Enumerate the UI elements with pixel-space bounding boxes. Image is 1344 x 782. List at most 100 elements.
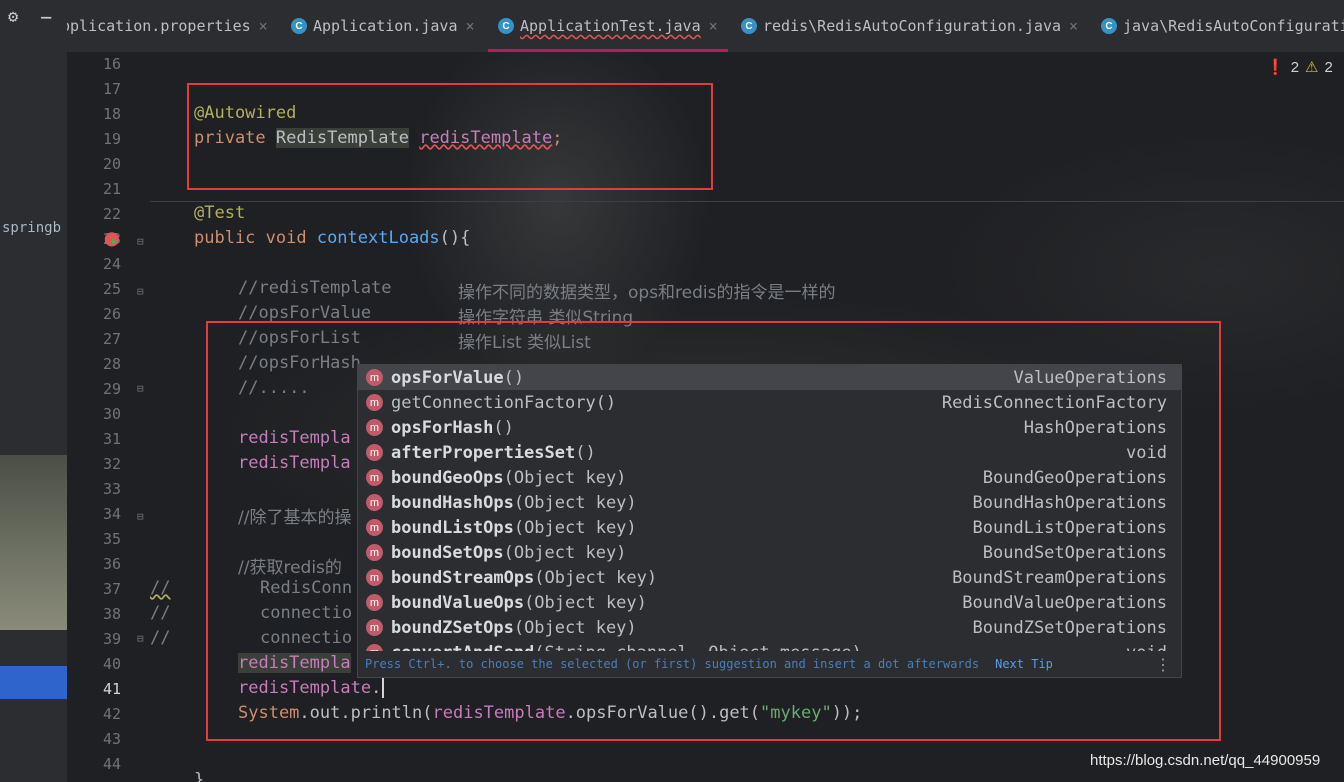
tab-application-java[interactable]: C Application.java × bbox=[291, 0, 475, 52]
line-number: 25 bbox=[102, 280, 121, 298]
line-number: 33 bbox=[102, 480, 121, 498]
tab-applicationtest-java[interactable]: C ApplicationTest.java × bbox=[488, 0, 728, 52]
completion-item[interactable]: m boundZSetOps(Object key) BoundZSetOperat… bbox=[358, 615, 1181, 640]
completion-hint: Press Ctrl+. to choose the selected (or … bbox=[365, 657, 980, 671]
line-number: 21 bbox=[102, 180, 121, 198]
completion-params: () bbox=[503, 367, 525, 388]
completion-item[interactable]: m boundGeoOps(Object key) BoundGeoOperatio… bbox=[358, 465, 1181, 490]
method-icon: m bbox=[366, 519, 383, 536]
method-icon: m bbox=[366, 444, 383, 461]
project-image-preview bbox=[0, 455, 67, 630]
line-number: 17 bbox=[102, 80, 121, 98]
line-number: 22 bbox=[102, 205, 121, 223]
java-class-icon: C bbox=[1101, 18, 1117, 34]
method-icon: m bbox=[366, 619, 383, 636]
completion-item[interactable]: m boundListOps(Object key) BoundListOperat… bbox=[358, 515, 1181, 540]
method-icon: m bbox=[366, 469, 383, 486]
completion-name: opsForValue bbox=[391, 367, 504, 388]
minimize-icon[interactable]: − bbox=[40, 5, 52, 29]
selected-tree-item[interactable] bbox=[0, 666, 67, 699]
completion-name: opsForHash bbox=[391, 417, 494, 438]
fold-icon[interactable]: ⊟ bbox=[137, 382, 144, 395]
project-panel: ⚙ − springb bbox=[0, 0, 67, 782]
completion-name: boundHashOps bbox=[391, 492, 514, 513]
completion-item[interactable]: m opsForHash() HashOperations bbox=[358, 415, 1181, 440]
completion-item[interactable]: m boundSetOps(Object key) BoundSetOperatio… bbox=[358, 540, 1181, 565]
line-number: 27 bbox=[102, 330, 121, 348]
tab-label: java\RedisAutoConfigurati bbox=[1123, 17, 1344, 35]
completion-name: boundSetOps bbox=[391, 542, 504, 563]
method-icon: m bbox=[366, 419, 383, 436]
tab-label: pplication.properties bbox=[67, 17, 251, 35]
comment-line: //opsForValue 操作字符串 类似String bbox=[238, 303, 633, 328]
comment-line: //redisTemplate 操作不同的数据类型，ops和redis的指令是一样… bbox=[238, 278, 836, 303]
tab-redis-autoconfiguration[interactable]: C redis\RedisAutoConfiguration.java × bbox=[741, 0, 1078, 52]
comment-marker: // bbox=[150, 628, 171, 648]
completion-return-type: BoundListOperations bbox=[972, 517, 1167, 538]
line-number: 28 bbox=[102, 355, 121, 373]
line-number: 40 bbox=[102, 655, 121, 673]
completion-item[interactable]: m boundStreamOps(Object key) BoundStreamOp… bbox=[358, 565, 1181, 590]
line-number: 34 bbox=[102, 505, 121, 523]
problems-indicator[interactable]: ❗ 2 ⚠ 2 bbox=[1266, 58, 1333, 77]
method-icon: m bbox=[366, 544, 383, 561]
warning-count: 2 bbox=[1324, 58, 1333, 76]
completion-item[interactable]: m boundValueOps(Object key) BoundValueOper… bbox=[358, 590, 1181, 615]
method-icon: m bbox=[366, 369, 383, 386]
comment-marker: // bbox=[150, 578, 171, 598]
more-options-icon[interactable]: ⋮ bbox=[1155, 655, 1171, 674]
line-number: 42 bbox=[102, 705, 121, 723]
watermark: https://blog.csdn.net/qq_44900959 bbox=[1090, 752, 1321, 769]
line-gutter: 16 17 18 19 20 21 22 23 24 25 26 27 28 2… bbox=[67, 52, 147, 782]
completion-return-type: void bbox=[1126, 442, 1167, 463]
fold-icon[interactable]: ⊟ bbox=[137, 235, 144, 248]
completion-return-type: BoundZSetOperations bbox=[972, 617, 1167, 638]
java-class-icon: C bbox=[741, 18, 757, 34]
line-number-current: 41 bbox=[102, 680, 121, 698]
fold-icon[interactable]: ⊟ bbox=[137, 632, 144, 645]
completion-item[interactable]: m opsForValue() ValueOperations bbox=[358, 365, 1181, 390]
completion-params: (Object key) bbox=[534, 567, 658, 588]
method-icon: m bbox=[366, 594, 383, 611]
completion-params: (Object key) bbox=[513, 492, 637, 513]
completion-params: getConnectionFactory() bbox=[391, 392, 617, 413]
project-tree-item[interactable]: springb bbox=[2, 220, 61, 236]
code-line: } bbox=[194, 770, 205, 782]
method-icon: m bbox=[366, 494, 383, 511]
completion-item[interactable]: m boundHashOps(Object key) BoundHashOperat… bbox=[358, 490, 1181, 515]
close-icon[interactable]: × bbox=[1069, 17, 1078, 35]
tab-java-autoconfiguration[interactable]: C java\RedisAutoConfigurati bbox=[1101, 0, 1344, 52]
line-number: 29 bbox=[102, 380, 121, 398]
line-number: 18 bbox=[102, 105, 121, 123]
completion-return-type: BoundSetOperations bbox=[982, 542, 1167, 563]
comment-text: //redisTemplate bbox=[238, 278, 392, 298]
line-number: 26 bbox=[102, 305, 121, 323]
error-count: 2 bbox=[1290, 58, 1300, 76]
code-completion-popup[interactable]: m opsForValue() ValueOperations m getConnec… bbox=[357, 364, 1182, 678]
run-arrow-icon[interactable]: ▶ bbox=[112, 236, 118, 247]
line-number: 37 bbox=[102, 580, 121, 598]
code-line: @Test bbox=[194, 203, 246, 223]
completion-item[interactable]: m getConnectionFactory() RedisConnectionFa… bbox=[358, 390, 1181, 415]
tab-application-properties[interactable]: pplication.properties × bbox=[67, 0, 268, 52]
completion-item[interactable]: m afterPropertiesSet() void bbox=[358, 440, 1181, 465]
error-icon: ❗ bbox=[1266, 59, 1285, 76]
line-number: 32 bbox=[102, 455, 121, 473]
method-separator bbox=[150, 201, 1344, 202]
line-number: 19 bbox=[102, 130, 121, 148]
close-icon[interactable]: × bbox=[466, 17, 475, 35]
completion-name: afterPropertiesSet bbox=[391, 442, 576, 463]
completion-name: boundListOps bbox=[391, 517, 514, 538]
highlight-box bbox=[187, 83, 713, 190]
gear-icon[interactable]: ⚙ bbox=[8, 7, 18, 27]
close-icon[interactable]: × bbox=[259, 17, 268, 35]
tab-label: ApplicationTest.java bbox=[520, 17, 701, 35]
line-number: 31 bbox=[102, 430, 121, 448]
fold-icon[interactable]: ⊟ bbox=[137, 285, 144, 298]
fold-icon[interactable]: ⊟ bbox=[137, 510, 144, 523]
completion-params: (Object key) bbox=[524, 592, 647, 613]
completion-name: boundZSetOps bbox=[391, 617, 514, 638]
next-tip-link[interactable]: Next Tip bbox=[995, 657, 1053, 671]
close-icon[interactable]: × bbox=[709, 17, 718, 35]
comment-marker: // bbox=[150, 603, 171, 623]
